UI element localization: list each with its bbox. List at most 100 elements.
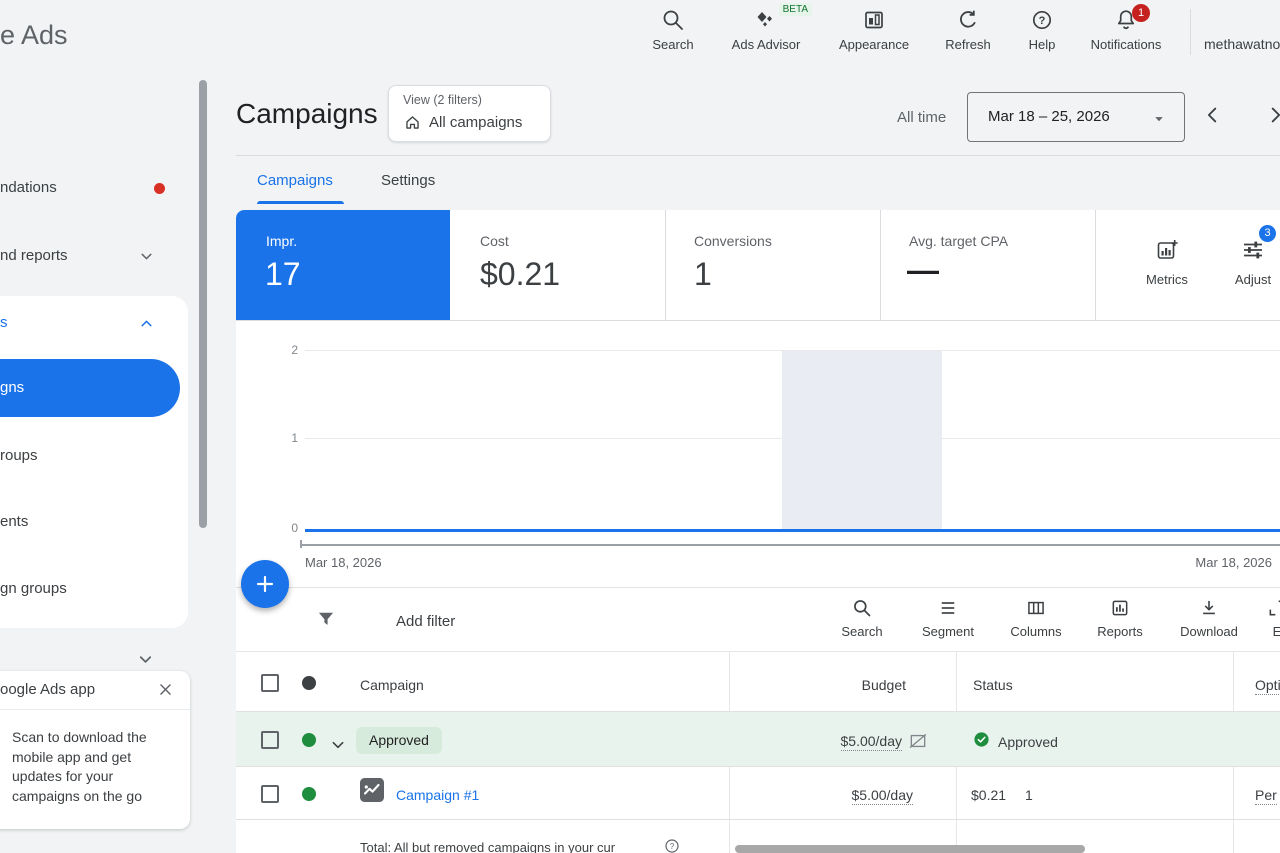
adjust-button[interactable] [1241, 238, 1265, 262]
table-columns-button[interactable]: Columns [998, 598, 1074, 639]
budget-cell[interactable]: $5.00/day [729, 730, 928, 752]
card-divider [665, 210, 666, 320]
sidebar-item-ad-groups[interactable]: roups [0, 447, 38, 464]
scorecards-divider [236, 320, 1280, 321]
sidebar-item-campaigns-selected[interactable]: gns [0, 359, 180, 417]
date-range-value: Mar 18 – 25, 2026 [988, 108, 1110, 125]
y-axis-tick-1: 1 [268, 431, 298, 445]
status-chip-approved[interactable]: Approved [356, 727, 442, 754]
column-header-status[interactable]: Status [973, 677, 1013, 693]
column-header-optimization[interactable]: Opti [1255, 677, 1280, 693]
table-search-button[interactable]: Search [824, 598, 900, 639]
chart-range-slider[interactable] [300, 544, 1280, 546]
new-campaign-fab[interactable] [241, 560, 289, 608]
table-reports-button[interactable]: Reports [1082, 598, 1158, 639]
adjust-count-badge: 3 [1259, 225, 1276, 242]
view-filter-chip[interactable]: View (2 filters) All campaigns [388, 85, 551, 142]
tab-campaigns[interactable]: Campaigns [257, 172, 333, 189]
svg-text:?: ? [1039, 15, 1046, 27]
optimization-cell[interactable]: Per [1255, 787, 1277, 803]
metrics-button[interactable] [1155, 238, 1179, 262]
row-checkbox[interactable] [261, 731, 279, 749]
status-dot-column-header [302, 676, 316, 690]
active-tab-underline [257, 201, 344, 204]
chevron-down-icon[interactable] [138, 248, 155, 265]
chart-range-slider-handle[interactable] [300, 540, 302, 548]
close-icon[interactable] [157, 681, 174, 698]
account-name[interactable]: methawatno [1204, 36, 1280, 52]
topbar-ads-advisor-button[interactable]: BETA Ads Advisor [718, 8, 814, 52]
budget-cell[interactable]: $5.00/day [729, 787, 913, 803]
sidebar-item-recommendations[interactable]: ndations [0, 179, 57, 196]
caret-down-icon [1150, 110, 1168, 128]
filter-funnel-icon[interactable] [316, 609, 336, 629]
view-filter-label: View (2 filters) [403, 93, 482, 107]
y-axis-tick-0: 0 [268, 521, 298, 535]
ads-app-promo-card: oogle Ads app Scan to download the mobil… [0, 671, 190, 829]
scorecard-impressions-selected[interactable]: Impr. 17 [236, 210, 450, 320]
card-divider [1095, 210, 1096, 320]
cost-value: $0.21 [971, 787, 1006, 803]
notification-count-badge: 1 [1132, 4, 1150, 22]
date-range-picker[interactable]: Mar 18 – 25, 2026 [967, 92, 1185, 142]
download-icon [1171, 598, 1247, 618]
reports-chart-icon [1082, 598, 1158, 618]
columns-icon [998, 598, 1074, 618]
metrics-button-label: Metrics [1127, 272, 1207, 287]
toolbar-divider [236, 651, 1280, 652]
table-segment-button[interactable]: Segment [910, 598, 986, 639]
chart-highlight-band [782, 351, 942, 531]
segment-icon [910, 598, 986, 618]
campaigns-content-card: Impr. 17 Cost $0.21 Conversions 1 Avg. t… [236, 210, 1280, 853]
column-header-campaign[interactable]: Campaign [360, 677, 424, 693]
topbar-search-button[interactable]: Search [625, 8, 721, 52]
sidebar-section-campaigns[interactable]: s [0, 314, 8, 331]
help-icon: ? [994, 8, 1090, 32]
appearance-icon [826, 8, 922, 32]
select-all-checkbox[interactable] [261, 674, 279, 692]
status-dot-enabled[interactable] [302, 733, 316, 747]
row-checkbox[interactable] [261, 785, 279, 803]
sidebar-item-campaign-groups[interactable]: gn groups [0, 580, 67, 597]
add-filter-button[interactable]: Add filter [396, 613, 455, 630]
expand-icon [1239, 598, 1280, 618]
sliders-icon [1241, 238, 1265, 262]
sidebar-item-assets[interactable]: ents [0, 513, 28, 530]
sidebar-collapse-chevron-icon[interactable] [136, 650, 155, 669]
search-icon [625, 8, 721, 32]
table-download-button[interactable]: Download [1171, 598, 1247, 639]
home-icon [403, 113, 422, 132]
topbar-notifications-button[interactable]: 1 Notifications [1078, 8, 1174, 52]
sidebar-item-insights-reports[interactable]: nd reports [0, 247, 68, 264]
column-header-budget[interactable]: Budget [729, 677, 906, 693]
scorecard-cost[interactable]: Cost $0.21 [450, 210, 665, 320]
status-dot-enabled[interactable] [302, 787, 316, 801]
next-period-button[interactable] [1264, 104, 1280, 126]
help-circle-icon[interactable]: ? [664, 838, 680, 853]
beta-badge: BETA [779, 3, 812, 16]
empty-value-dash: — [907, 252, 939, 289]
topbar-help-button[interactable]: ? Help [994, 8, 1090, 52]
table-horizontal-scrollbar[interactable] [735, 845, 1085, 853]
promo-card-body: Scan to download the mobile app and get … [12, 728, 172, 806]
range-comparison-label: All time [897, 109, 946, 126]
chevron-up-icon[interactable] [138, 315, 155, 332]
scorecard-avg-target-cpa[interactable]: Avg. target CPA — [880, 210, 1095, 320]
previous-period-button[interactable] [1202, 104, 1224, 126]
plus-icon [253, 572, 277, 596]
impressions-series-line [305, 529, 1280, 532]
shared-budget-disabled-icon [908, 731, 928, 751]
table-expand-button[interactable]: E [1239, 598, 1280, 639]
sidebar-scrollbar[interactable] [199, 80, 207, 528]
adjust-button-label: Adjust [1213, 272, 1280, 287]
check-circle-icon [973, 731, 990, 748]
campaign-name-link[interactable]: Campaign #1 [396, 787, 479, 803]
promo-card-title: oogle Ads app [0, 681, 95, 698]
topbar-appearance-button[interactable]: Appearance [826, 8, 922, 52]
x-axis-label-left: Mar 18, 2026 [305, 555, 382, 570]
chevron-down-icon[interactable] [330, 737, 346, 753]
topbar-divider [1190, 9, 1191, 55]
tab-settings[interactable]: Settings [381, 172, 435, 189]
scorecard-conversions[interactable]: Conversions 1 [665, 210, 880, 320]
view-filter-value: All campaigns [429, 114, 522, 131]
